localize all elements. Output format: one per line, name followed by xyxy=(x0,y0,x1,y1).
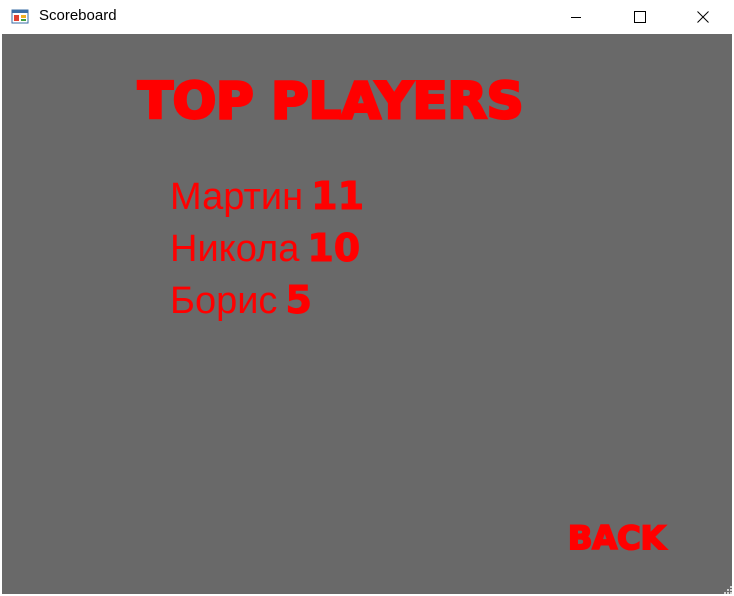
player-score-row: Борис 5 xyxy=(170,276,364,328)
maximize-icon xyxy=(634,10,646,23)
app-icon xyxy=(11,9,29,24)
resize-grip-icon[interactable] xyxy=(722,584,732,594)
player-score: 10 xyxy=(307,226,361,271)
player-score: 5 xyxy=(285,278,312,323)
minimize-button[interactable] xyxy=(553,0,599,33)
player-name: Мартин xyxy=(170,176,304,218)
title-bar[interactable]: Scoreboard xyxy=(0,0,734,33)
back-button[interactable]: BACK xyxy=(567,516,682,560)
player-score-list: Мартин 11 Никола 10 Борис 5 xyxy=(170,172,365,328)
player-score-row: Никола 10 xyxy=(170,224,364,276)
page-title: TOP PLAYERS xyxy=(136,71,525,132)
close-icon xyxy=(697,10,709,23)
player-name: Никола xyxy=(170,228,300,270)
window-title: Scoreboard xyxy=(39,7,117,24)
scoreboard-panel: TOP PLAYERS Мартин 11 Никола 10 Борис 5 BAC… xyxy=(2,34,732,594)
player-name: Борис xyxy=(170,280,278,322)
scoreboard-window: Scoreboard TOP PLAYERS Мартин 11 Никола … xyxy=(0,0,734,596)
maximize-button[interactable] xyxy=(617,0,663,33)
player-score-row: Мартин 11 xyxy=(170,172,365,224)
player-score: 11 xyxy=(311,174,365,219)
close-button[interactable] xyxy=(680,0,726,33)
minimize-icon xyxy=(571,16,581,18)
